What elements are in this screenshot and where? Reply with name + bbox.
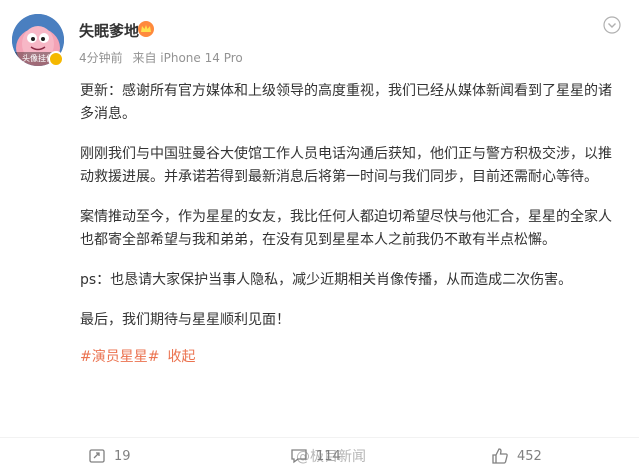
forward-icon [89,449,105,463]
chevron-down-icon[interactable] [603,16,621,34]
paragraph: ps：也恳请大家保护当事人隐私，减少近期相关肖像传播，从而造成二次伤害。 [80,272,573,288]
like-button[interactable]: 452 [491,445,542,467]
verified-badge-icon [48,51,64,67]
post-source: 来自 iPhone 14 Pro [132,51,243,65]
username[interactable]: 失眠爹地 [79,20,139,41]
weibo-post: 头像挂件 失眠爹地 4分钟前 来自 iPhone 14 Pro 更新：感谢所有官… [0,0,639,472]
like-count: 452 [517,448,542,464]
post-time[interactable]: 4分钟前 [79,51,123,65]
thumbs-up-icon [492,448,508,464]
collapse-link[interactable]: 收起 [167,349,195,365]
paragraph: 最后，我们期待与星星顺利见面！ [80,312,290,328]
watermark: @极目新闻 [296,449,366,465]
paragraph: 更新：感谢所有官方媒体和上级领导的高度重视，我们已经从媒体新闻看到了星星的诸多消… [80,83,612,122]
tag-row: #演员星星# 收起 [80,346,625,369]
paragraph: 案情推动至今，作为星星的女友，我比任何人都迫切希望尽快与他汇合，星星的全家人也都… [80,209,612,248]
forward-count: 19 [114,448,131,464]
topic-tag-link[interactable]: #演员星星# [80,349,159,365]
post-meta: 4分钟前 来自 iPhone 14 Pro [79,49,243,66]
post-content: 更新：感谢所有官方媒体和上级领导的高度重视，我们已经从媒体新闻看到了星星的诸多消… [80,80,625,369]
forward-button[interactable]: 19 [88,445,131,467]
paragraph: 刚刚我们与中国驻曼谷大使馆工作人员电话沟通后获知，他们正与警方积极交涉，以推动救… [80,146,612,185]
crown-icon [138,21,154,37]
